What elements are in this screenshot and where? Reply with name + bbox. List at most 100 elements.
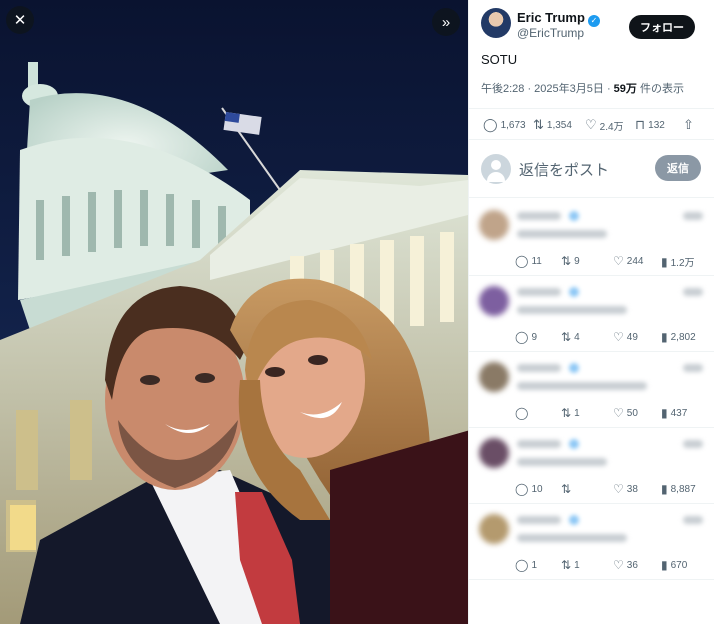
reply-count: 1,673 [500, 119, 526, 131]
reposts-action[interactable]: ⇅ 9 [561, 254, 580, 268]
more-options-icon[interactable] [683, 516, 703, 524]
reply-stats: ◯ ⇅ 1 ♡ 50 ▮ 437 [515, 406, 711, 422]
reply-count: 11 [531, 255, 542, 267]
reply-item[interactable]: ◯ 10 ⇅ ♡ 38 ▮ 8,887 [469, 428, 714, 504]
reposts-action[interactable]: ⇅ [561, 482, 574, 496]
reply-text-blurred [517, 382, 647, 390]
reposts-action[interactable]: ⇅ 1 [561, 406, 580, 420]
reply-text-blurred [517, 230, 607, 238]
reply-text-blurred [517, 458, 607, 466]
author-name[interactable]: Eric Trump ✓ [517, 10, 600, 27]
selfie-photo [0, 62, 468, 624]
verified-badge-icon [569, 211, 579, 221]
reply-submit-button[interactable]: 返信 [655, 155, 701, 181]
views-action[interactable]: ▮ 1.2万 [661, 254, 695, 270]
reposts-action[interactable]: ⇅ 1 [561, 558, 580, 572]
bookmark-count: 132 [648, 119, 665, 131]
views-action[interactable]: ▮ 8,887 [661, 482, 696, 496]
reply-avatar[interactable] [479, 438, 509, 468]
repost-count: 1,354 [546, 119, 572, 131]
repost-icon: ⇅ [561, 254, 572, 268]
likes-action[interactable]: ♡ 244 [613, 254, 643, 268]
author-name-text[interactable]: Eric Trump [517, 10, 585, 25]
reply-author-blurred [517, 212, 561, 220]
verified-badge-icon [569, 439, 579, 449]
author-handle[interactable]: @EricTrump [517, 26, 584, 40]
like-count: 38 [626, 483, 638, 495]
view-count: 2,802 [670, 331, 696, 343]
verified-badge-icon [569, 363, 579, 373]
replies-action[interactable]: ◯ [515, 406, 531, 420]
replies-action[interactable]: ◯ 1 [515, 558, 537, 572]
like-count: 49 [626, 331, 638, 343]
reply-author-blurred [517, 364, 561, 372]
current-user-avatar [481, 154, 511, 184]
media-viewer: ✕ » [0, 0, 468, 624]
likes-action[interactable]: ♡ 49 [613, 330, 638, 344]
bookmark-action[interactable]: ⊓ 132 [635, 117, 665, 133]
reply-avatar[interactable] [479, 210, 509, 240]
tweet-panel: Eric Trump ✓ @EricTrump フォロー SOTU 午後2:28 … [468, 0, 714, 624]
verified-badge-icon [569, 287, 579, 297]
likes-action[interactable]: ♡ 50 [613, 406, 638, 420]
reply-stats: ◯ 10 ⇅ ♡ 38 ▮ 8,887 [515, 482, 711, 498]
likes-action[interactable]: ♡ 38 [613, 482, 638, 496]
reply-avatar[interactable] [479, 362, 509, 392]
view-count: 8,887 [670, 483, 696, 495]
more-options-icon[interactable] [683, 288, 703, 296]
expand-panel-button[interactable]: » [432, 8, 460, 36]
views-icon: ▮ [661, 482, 668, 496]
reply-item[interactable]: ◯ ⇅ 1 ♡ 50 ▮ 437 [469, 352, 714, 428]
views-count: 59万 [613, 83, 637, 95]
repost-count: 4 [574, 331, 580, 343]
more-options-icon[interactable] [683, 212, 703, 220]
reply-text-blurred [517, 306, 627, 314]
like-count: 36 [626, 559, 638, 571]
reply-item[interactable]: ◯ 9 ⇅ 4 ♡ 49 ▮ 2,802 [469, 276, 714, 352]
views-action[interactable]: ▮ 437 [661, 406, 687, 420]
replies-action[interactable]: ◯ 9 [515, 330, 537, 344]
more-options-icon[interactable] [683, 364, 703, 372]
reply-count: 1 [531, 559, 537, 571]
reply-avatar[interactable] [479, 286, 509, 316]
repost-icon: ⇅ [533, 117, 544, 132]
tweet-timestamp[interactable]: 午後2:28 · 2025年3月5日 · [481, 83, 614, 95]
replies-action[interactable]: ◯ 10 [515, 482, 543, 496]
repost-count: 1 [574, 559, 580, 571]
reply-action[interactable]: ◯ 1,673 [483, 117, 526, 133]
reply-count: 9 [531, 331, 537, 343]
heart-icon: ♡ [613, 558, 624, 572]
reply-icon: ◯ [515, 254, 529, 268]
replies-action[interactable]: ◯ 11 [515, 254, 542, 268]
likes-action[interactable]: ♡ 36 [613, 558, 638, 572]
heart-icon: ♡ [613, 406, 624, 420]
verified-badge-icon [569, 515, 579, 525]
like-action[interactable]: ♡ 2.4万 [585, 117, 624, 133]
heart-icon: ♡ [585, 117, 597, 132]
reply-icon: ◯ [515, 558, 529, 572]
bookmark-icon: ⊓ [635, 117, 646, 132]
close-button[interactable]: ✕ [6, 6, 34, 34]
views-suffix: 件の表示 [636, 83, 684, 95]
share-action[interactable]: ⇧ [683, 117, 694, 133]
views-icon: ▮ [661, 330, 668, 344]
author-avatar[interactable] [481, 8, 511, 38]
repost-icon: ⇅ [561, 482, 572, 496]
reply-stats: ◯ 11 ⇅ 9 ♡ 244 ▮ 1.2万 [515, 254, 711, 270]
verified-badge-icon: ✓ [587, 15, 600, 27]
views-action[interactable]: ▮ 670 [661, 558, 687, 572]
follow-button[interactable]: フォロー [629, 15, 695, 39]
reply-avatar[interactable] [479, 514, 509, 544]
reposts-action[interactable]: ⇅ 4 [561, 330, 580, 344]
repost-action[interactable]: ⇅ 1,354 [533, 117, 572, 133]
more-options-icon[interactable] [683, 440, 703, 448]
reply-item[interactable]: ◯ 11 ⇅ 9 ♡ 244 ▮ 1.2万 [469, 200, 714, 276]
view-count: 670 [670, 559, 688, 571]
reply-icon: ◯ [515, 482, 529, 496]
reply-item[interactable]: ◯ 1 ⇅ 1 ♡ 36 ▮ 670 [469, 504, 714, 580]
reply-input[interactable]: 返信をポスト [519, 159, 609, 180]
views-action[interactable]: ▮ 2,802 [661, 330, 696, 344]
views-icon: ▮ [661, 406, 668, 420]
repost-icon: ⇅ [561, 330, 572, 344]
reply-stats: ◯ 9 ⇅ 4 ♡ 49 ▮ 2,802 [515, 330, 711, 346]
